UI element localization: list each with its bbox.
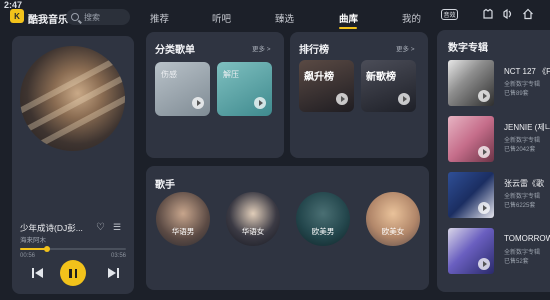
play-icon[interactable] xyxy=(478,202,490,214)
category-tile-label: 解压 xyxy=(223,70,239,79)
app-name: 酷我音乐 xyxy=(28,15,68,26)
play-icon[interactable] xyxy=(336,93,348,105)
play-icon[interactable] xyxy=(478,90,490,102)
search-placeholder: 搜索 xyxy=(84,12,100,22)
category-tile-sad[interactable]: 伤感 xyxy=(155,62,210,116)
singer-label: 欧美男 xyxy=(311,227,335,236)
digital-album-item[interactable]: TOMORROW 全新数字专辑 已售52套 xyxy=(437,228,550,278)
digital-albums-card: 数字专辑 NCT 127 《Fa 全新数字专辑 已售89套 JENNIE (제니… xyxy=(437,30,550,292)
total-time: 03:56 xyxy=(111,253,127,259)
search-box[interactable]: 搜索 xyxy=(66,9,130,25)
current-time: 00:56 xyxy=(20,253,36,259)
album-title: NCT 127 《Fa xyxy=(504,67,550,76)
ranking-tile-label: 新歌榜 xyxy=(366,72,396,83)
now-playing-card: 少年成诗(DJ彭... 海来阿木 ♡ ☰ 00:56 03:56 xyxy=(12,36,134,294)
category-tile-label: 伤感 xyxy=(161,70,177,79)
tab-library[interactable]: 曲库 xyxy=(339,11,358,25)
album-subtitle: 全新数字专辑 xyxy=(504,250,541,256)
progress-fill xyxy=(20,248,47,250)
broadcast-icon[interactable] xyxy=(502,8,514,20)
sound-effect-button[interactable]: 音效 xyxy=(441,9,458,20)
digital-album-item[interactable]: JENNIE (제니 全新数字专辑 已售2042套 xyxy=(437,116,550,166)
rankings-more-link[interactable]: 更多 > xyxy=(396,43,415,53)
tab-select[interactable]: 臻选 xyxy=(275,11,294,25)
rankings-card: 排行榜 更多 > 飙升榜 新歌榜 xyxy=(290,32,428,158)
category-more-link[interactable]: 更多 > xyxy=(252,43,271,53)
shirt-icon[interactable] xyxy=(482,8,494,20)
play-icon[interactable] xyxy=(254,97,266,109)
album-cover xyxy=(448,172,494,218)
pause-button[interactable] xyxy=(60,260,86,286)
digital-album-item[interactable]: 张云雷《歌 全新数字专辑 已售6225套 xyxy=(437,172,550,222)
home-icon[interactable] xyxy=(522,8,534,20)
album-art-disc[interactable] xyxy=(20,46,125,151)
album-cover xyxy=(448,228,494,274)
category-playlists-card: 分类歌单 更多 > 伤感 解压 xyxy=(146,32,284,158)
album-title: TOMORROW xyxy=(504,234,550,243)
singer-western-male[interactable]: 欧美男 xyxy=(296,192,350,246)
album-sold-count: 已售6225套 xyxy=(504,203,536,209)
album-sold-count: 已售2042套 xyxy=(504,147,536,153)
song-artist: 海来阿木 xyxy=(20,237,46,244)
singer-label: 华语女 xyxy=(241,227,265,236)
app-logo: K xyxy=(10,9,24,23)
singer-label: 华语男 xyxy=(171,227,195,236)
singers-title: 歌手 xyxy=(155,180,175,191)
singers-card: 歌手 华语男 华语女 欧美男 欧美女 xyxy=(146,166,429,290)
singer-label: 欧美女 xyxy=(381,227,405,236)
album-cover xyxy=(448,116,494,162)
ranking-tile-label: 飙升榜 xyxy=(304,72,334,83)
rankings-title: 排行榜 xyxy=(299,45,329,56)
singer-chinese-male[interactable]: 华语男 xyxy=(156,192,210,246)
search-icon xyxy=(71,13,79,21)
progress-bar[interactable] xyxy=(20,246,126,252)
album-title: JENNIE (제니 xyxy=(504,123,550,132)
album-subtitle: 全新数字专辑 xyxy=(504,82,541,88)
tab-mine[interactable]: 我的 xyxy=(402,11,421,25)
category-title: 分类歌单 xyxy=(155,45,195,56)
album-sold-count: 已售89套 xyxy=(504,91,529,97)
album-title: 张云雷《歌 xyxy=(504,179,544,188)
active-tab-indicator xyxy=(339,27,357,29)
tab-listen[interactable]: 听吧 xyxy=(212,11,231,25)
category-tile-relax[interactable]: 解压 xyxy=(217,62,272,116)
singer-chinese-female[interactable]: 华语女 xyxy=(226,192,280,246)
digital-album-item[interactable]: NCT 127 《Fa 全新数字专辑 已售89套 xyxy=(437,60,550,110)
digital-albums-title: 数字专辑 xyxy=(448,43,488,54)
playlist-icon[interactable]: ☰ xyxy=(113,222,121,233)
next-icon[interactable] xyxy=(108,268,119,281)
song-title: 少年成诗(DJ彭... xyxy=(20,223,83,233)
album-subtitle: 全新数字专辑 xyxy=(504,194,541,200)
album-cover xyxy=(448,60,494,106)
progress-knob[interactable] xyxy=(43,246,50,252)
play-icon[interactable] xyxy=(478,146,490,158)
play-icon[interactable] xyxy=(192,97,204,109)
album-sold-count: 已售52套 xyxy=(504,259,529,265)
play-icon[interactable] xyxy=(478,258,490,270)
play-icon[interactable] xyxy=(398,93,410,105)
album-subtitle: 全新数字专辑 xyxy=(504,138,541,144)
singer-western-female[interactable]: 欧美女 xyxy=(366,192,420,246)
ranking-tile-new[interactable]: 新歌榜 xyxy=(361,60,416,112)
tab-recommend[interactable]: 推荐 xyxy=(150,11,169,25)
top-bar: K 酷我音乐 搜索 推荐 听吧 臻选 曲库 我的 音效 xyxy=(0,6,550,29)
previous-icon[interactable] xyxy=(32,268,43,281)
heart-icon[interactable]: ♡ xyxy=(96,222,105,233)
ranking-tile-rising[interactable]: 飙升榜 xyxy=(299,60,354,112)
